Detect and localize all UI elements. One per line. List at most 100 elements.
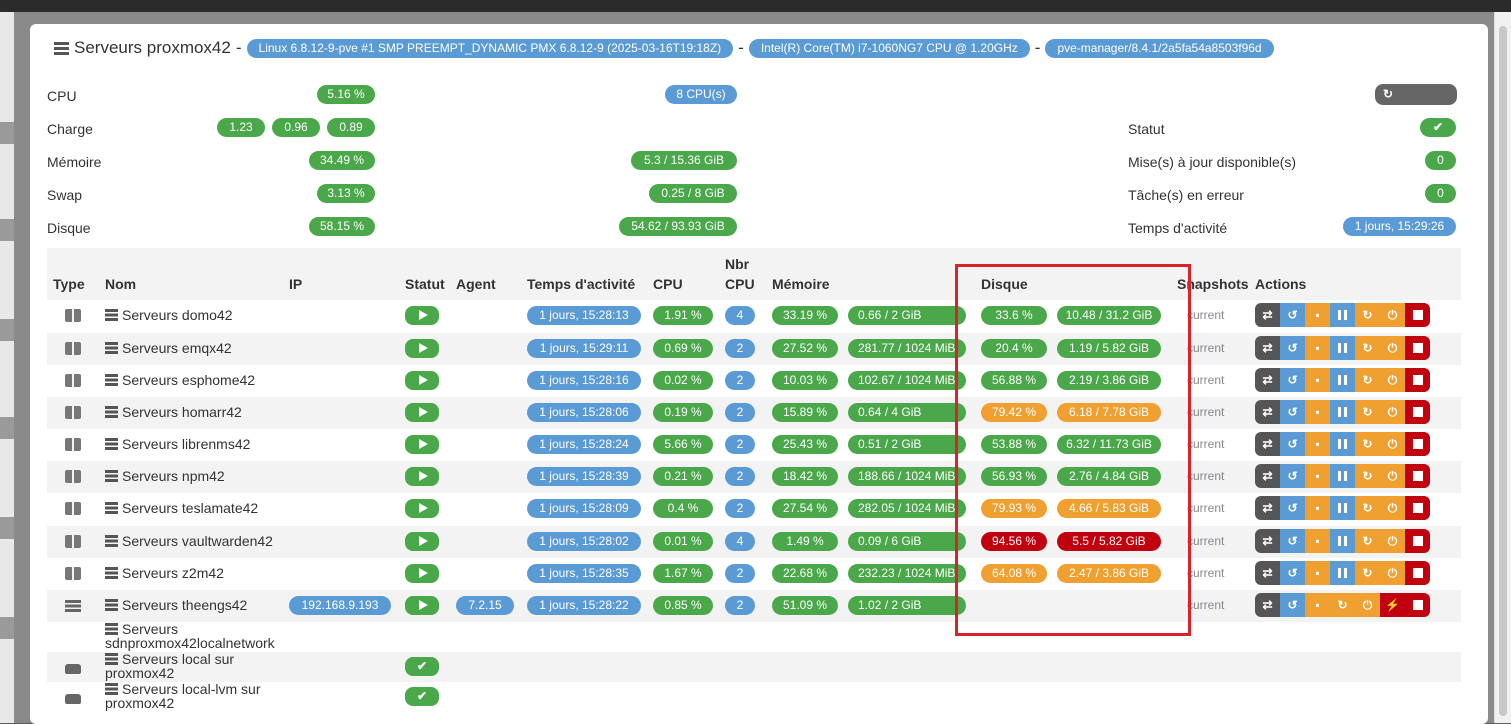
restart-icon[interactable]: ↻ [1355,496,1380,520]
pause-icon[interactable] [1330,303,1355,327]
history-icon[interactable]: ↺ [1280,303,1305,327]
restart-icon[interactable]: ↻ [1355,561,1380,585]
sync-icon[interactable]: ⇄ [1255,368,1280,392]
pause-icon[interactable] [1330,432,1355,456]
guest-name[interactable]: Serveurs theengs42 [105,597,247,613]
power-icon[interactable]: ⏻ [1380,303,1405,327]
pause-icon[interactable] [1330,561,1355,585]
stop-icon[interactable] [1405,336,1430,360]
history-icon[interactable]: ↺ [1280,464,1305,488]
history-icon[interactable]: ↺ [1280,496,1305,520]
history-icon[interactable]: ↺ [1280,368,1305,392]
bolt-icon[interactable]: ⚡ [1380,593,1405,617]
save-icon[interactable]: ▪ [1305,368,1330,392]
history-icon[interactable]: ↺ [1280,432,1305,456]
pause-icon[interactable] [1330,496,1355,520]
sync-icon[interactable]: ⇄ [1255,432,1280,456]
guest-name[interactable]: Serveurs teslamate42 [105,500,258,516]
table-row[interactable]: Serveurs librenms42 1 jours, 15:28:24 5.66… [47,429,1461,461]
stop-icon[interactable] [1405,464,1430,488]
power-icon[interactable]: ⏻ [1380,561,1405,585]
restart-icon[interactable]: ↻ [1355,529,1380,553]
save-icon[interactable]: ▪ [1305,432,1330,456]
save-icon[interactable]: ▪ [1305,336,1330,360]
table-row[interactable]: Serveurs vaultwarden42 1 jours, 15:28:02 0… [47,526,1461,558]
pause-icon[interactable] [1330,400,1355,424]
save-icon[interactable]: ▪ [1305,496,1330,520]
restart-icon[interactable]: ↻ [1355,464,1380,488]
storage-name[interactable]: Serveurs local-lvm sur proxmox42 [105,682,260,710]
guest-name[interactable]: Serveurs domo42 [105,307,233,323]
guest-name[interactable]: Serveurs vaultwarden42 [105,533,273,549]
table-row[interactable]: Serveurs domo42 1 jours, 15:28:13 1.91 % 4 3… [47,300,1461,332]
table-row[interactable]: Serveurs esphome42 1 jours, 15:28:16 0.02 … [47,365,1461,397]
sync-icon[interactable]: ⇄ [1255,336,1280,360]
storage-name[interactable]: Serveurs local sur proxmox42 [105,652,234,680]
stop-icon[interactable] [1405,303,1430,327]
table-row[interactable]: Serveurs teslamate42 1 jours, 15:28:09 0.4… [47,493,1461,525]
stop-icon[interactable] [1405,432,1430,456]
history-icon[interactable]: ↺ [1280,529,1305,553]
history-icon[interactable]: ↺ [1280,561,1305,585]
save-icon[interactable]: ▪ [1305,303,1330,327]
storage-row[interactable]: Serveurs local sur proxmox42 ✔ [47,652,1461,682]
pause-icon[interactable] [1330,529,1355,553]
restart-icon[interactable]: ↻ [1355,303,1380,327]
power-icon[interactable]: ⏻ [1380,496,1405,520]
stop-icon[interactable] [1405,496,1430,520]
restart-icon[interactable]: ↻ [1330,593,1355,617]
history-icon[interactable]: ↺ [1280,336,1305,360]
guest-name[interactable]: Serveurs z2m42 [105,565,224,581]
table-row[interactable]: Serveurs z2m42 1 jours, 15:28:35 1.67 % 2 22… [47,558,1461,590]
table-row[interactable]: Serveurs theengs42 192.168.9.193 7.2.15 1 j… [47,590,1461,622]
save-icon[interactable]: ▪ [1305,400,1330,424]
power-icon[interactable]: ⏻ [1380,368,1405,392]
storage-row[interactable]: Serveurs sdnproxmox42localnetwork [47,622,1461,652]
storage-name[interactable]: Serveurs sdnproxmox42localnetwork [105,622,275,650]
stop-icon[interactable] [1405,561,1430,585]
guest-name[interactable]: Serveurs esphome42 [105,372,255,388]
restart-icon[interactable]: ↻ [1355,432,1380,456]
power-icon[interactable]: ⏻ [1380,336,1405,360]
sync-icon[interactable]: ⇄ [1255,303,1280,327]
stop-icon[interactable] [1405,400,1430,424]
stop-icon[interactable] [1405,368,1430,392]
table-row[interactable]: Serveurs homarr42 1 jours, 15:28:06 0.19 %… [47,397,1461,429]
guest-name[interactable]: Serveurs emqx42 [105,340,232,356]
power-icon[interactable]: ⏻ [1355,593,1380,617]
sync-icon[interactable]: ⇄ [1255,561,1280,585]
history-icon[interactable]: ↺ [1280,593,1305,617]
history-icon[interactable]: ↺ [1280,400,1305,424]
guest-name[interactable]: Serveurs npm42 [105,468,225,484]
stop-icon[interactable] [1405,529,1430,553]
storage-row[interactable]: Serveurs local-lvm sur proxmox42 ✔ [47,682,1461,712]
ncpu-badge: 2 [725,403,755,422]
guest-name[interactable]: Serveurs librenms42 [105,436,250,452]
restart-icon[interactable]: ↻ [1355,400,1380,424]
sync-icon[interactable]: ⇄ [1255,464,1280,488]
refresh-button[interactable]: ↻ Rafraichir [1375,84,1457,122]
sync-icon[interactable]: ⇄ [1255,529,1280,553]
save-icon[interactable]: ▪ [1305,561,1330,585]
restart-icon[interactable]: ↻ [1355,336,1380,360]
save-icon[interactable]: ▪ [1305,529,1330,553]
power-icon[interactable]: ⏻ [1380,432,1405,456]
sync-icon[interactable]: ⇄ [1255,496,1280,520]
power-icon[interactable]: ⏻ [1380,464,1405,488]
scrollbar-thumb[interactable] [1499,26,1507,716]
table-row[interactable]: Serveurs npm42 1 jours, 15:28:39 0.21 % 2 18… [47,461,1461,493]
pause-icon[interactable] [1330,336,1355,360]
table-row[interactable]: Serveurs emqx42 1 jours, 15:29:11 0.69 % 2 2… [47,333,1461,365]
page-scrollbar[interactable] [1494,12,1511,723]
power-icon[interactable]: ⏻ [1380,400,1405,424]
guest-name[interactable]: Serveurs homarr42 [105,404,242,420]
sync-icon[interactable]: ⇄ [1255,593,1280,617]
power-icon[interactable]: ⏻ [1380,529,1405,553]
sync-icon[interactable]: ⇄ [1255,400,1280,424]
pause-icon[interactable] [1330,368,1355,392]
pause-icon[interactable] [1330,464,1355,488]
save-icon[interactable]: ▪ [1305,464,1330,488]
save-icon[interactable]: ▪ [1305,593,1330,617]
stop-icon[interactable] [1405,593,1430,617]
restart-icon[interactable]: ↻ [1355,368,1380,392]
